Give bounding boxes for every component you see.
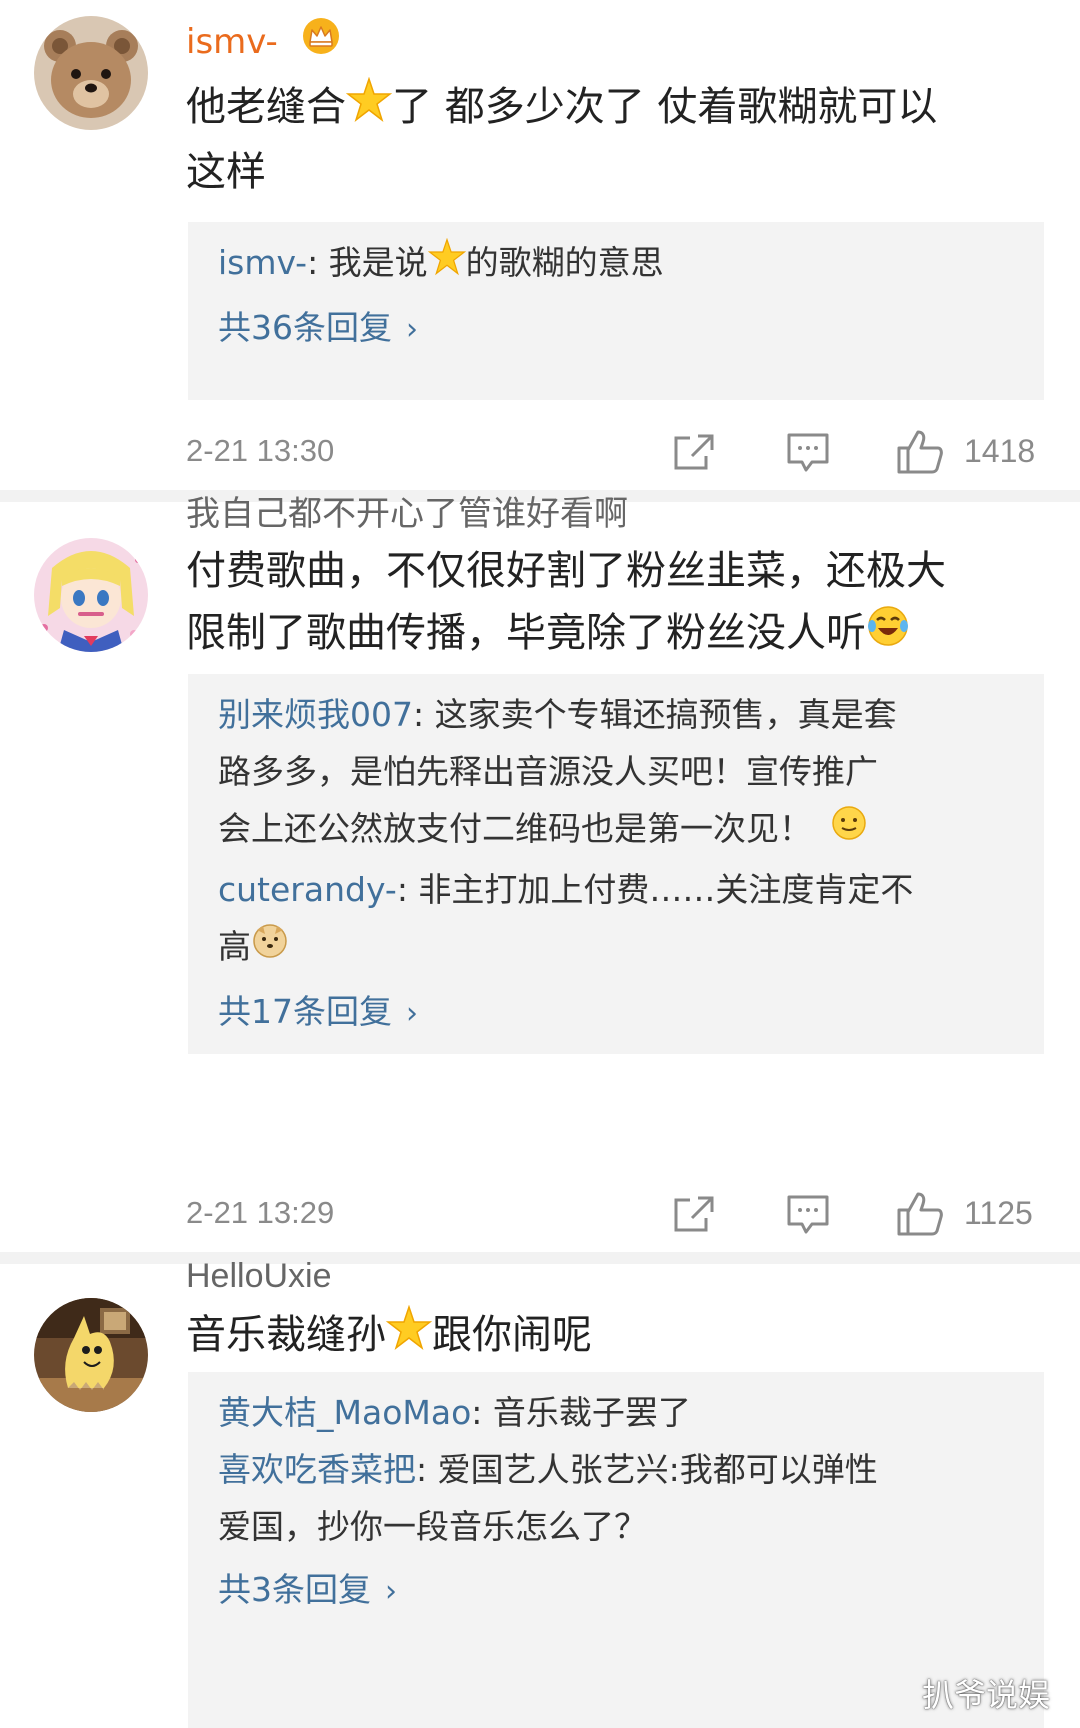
smile-emoji [830, 802, 868, 859]
comment-item: ismv- 他老缝合了 都多少次了 仗着歌糊就可以 这样 ismv-: 我是说的… [0, 0, 1080, 474]
avatar[interactable] [34, 16, 148, 130]
timestamp: 2-21 13:30 [186, 433, 335, 468]
share-icon[interactable] [672, 432, 716, 476]
comment-content: 他老缝合了 都多少次了 仗着歌糊就可以 这样 [186, 76, 1066, 203]
share-icon[interactable] [672, 1194, 716, 1238]
reply-item: cuterandy-: 非主打加上付费……关注度肯定不 高 [218, 861, 1014, 977]
username[interactable]: 我自己都不开心了管谁好看啊 [186, 494, 628, 534]
chevron-right-icon: › [406, 312, 418, 347]
reply-item: ismv-: 我是说 的歌糊的意思 [218, 234, 1014, 293]
reply-separator: : [396, 870, 419, 909]
comment-content: 音乐裁缝孙 跟你闹呢 [186, 1304, 1066, 1369]
reply-text: 这家卖个专辑还搞预售，真是套 [434, 695, 897, 734]
reply-item: 喜欢吃香菜把: 爱国艺人张艺兴:我都可以弹性 爱国，抄你一段音乐怎么了？ [218, 1441, 1014, 1555]
reply-separator: : [416, 1450, 438, 1489]
like-icon[interactable] [896, 428, 944, 480]
username-text[interactable]: ismv- [186, 22, 278, 62]
reply-separator: : [471, 1393, 493, 1432]
star-emoji [385, 1304, 433, 1369]
reply-separator: : [307, 243, 329, 282]
reply-text: 爱国，抄你一段音乐怎么了？ [218, 1507, 647, 1546]
reply-separator: : [413, 695, 435, 734]
avatar[interactable] [34, 1298, 148, 1412]
username[interactable]: ismv- [186, 18, 341, 65]
view-replies-link[interactable]: 共3条回复 › [218, 1561, 1014, 1620]
reply-box: 黄大桔_MaoMao: 音乐裁子罢了 喜欢吃香菜把: 爱国艺人张艺兴:我都可以弹… [188, 1372, 1044, 1728]
reply-text: 会上还公然放支付二维码也是第一次见！ [218, 809, 812, 848]
reply-text: 我是说 [328, 243, 428, 282]
comment-item: 我自己都不开心了管谁好看啊 付费歌曲，不仅很好割了粉丝韭菜，还极大 限制了歌曲传… [0, 494, 1080, 1262]
reply-username[interactable]: cuterandy- [218, 870, 397, 909]
mimikyu-avatar-image [34, 1298, 148, 1412]
like-count: 1418 [964, 433, 1036, 469]
username[interactable]: HelloUxie [186, 1256, 332, 1296]
reply-box: ismv-: 我是说 的歌糊的意思 共36条回复 › [188, 222, 1044, 400]
bear-avatar-image [34, 16, 148, 130]
reply-username[interactable]: 黄大桔_MaoMao [218, 1393, 471, 1432]
reply-text: 路多多，是怕先释出音源没人买吧！宣传推广 [218, 752, 878, 791]
watermark: 扒爷说娱 [922, 1676, 1051, 1714]
reply-username[interactable]: 喜欢吃香菜把 [218, 1450, 416, 1489]
like-icon[interactable] [896, 1190, 944, 1242]
comment-icon[interactable] [786, 432, 830, 478]
comment-text: 跟你闹呢 [432, 1312, 592, 1358]
divider [0, 1252, 1080, 1264]
comment-text: 他老缝合 [186, 84, 346, 130]
star-emoji [345, 76, 393, 141]
reply-item: 别来烦我007: 这家卖个专辑还搞预售，真是套 路多多，是怕先释出音源没人买吧！… [218, 686, 1014, 859]
comment-text: 限制了歌曲传播，毕竟除了粉丝没人听 [186, 610, 866, 656]
reply-text: 的歌糊的意思 [465, 243, 664, 282]
anime-avatar-image [34, 538, 148, 652]
crown-icon [301, 16, 341, 65]
reply-box: 别来烦我007: 这家卖个专辑还搞预售，真是套 路多多，是怕先释出音源没人买吧！… [188, 674, 1044, 1054]
reply-count-label[interactable]: 共17条回复 [218, 992, 392, 1031]
reply-text: 音乐裁子罢了 [492, 1393, 691, 1432]
comment-item: HelloUxie 音乐裁缝孙 跟你闹呢 黄大桔_MaoMao: 音乐裁子罢了 喜… [0, 1257, 1080, 1728]
reply-item: 黄大桔_MaoMao: 音乐裁子罢了 [218, 1384, 1014, 1441]
reply-text: 高 [218, 927, 251, 966]
reply-count-label[interactable]: 共3条回复 [218, 1570, 371, 1609]
view-replies-link[interactable]: 共17条回复 › [218, 983, 1014, 1042]
comment-content: 付费歌曲，不仅很好割了粉丝韭菜，还极大 限制了歌曲传播，毕竟除了粉丝没人听 [186, 540, 1066, 666]
comment-text: 了 都多少次了 仗着歌糊就可以 [392, 84, 938, 130]
reply-text: 非主打加上付费……关注度肯定不 [418, 870, 914, 909]
comment-text: 付费歌曲，不仅很好割了粉丝韭菜，还极大 [186, 548, 946, 594]
laugh-cry-emoji [866, 604, 910, 666]
reply-text: 爱国艺人张艺兴:我都可以弹性 [437, 1450, 878, 1489]
view-replies-link[interactable]: 共36条回复 › [218, 299, 1014, 358]
comment-text: 音乐裁缝孙 [186, 1312, 386, 1358]
reply-username[interactable]: 别来烦我007 [218, 695, 413, 734]
like-count: 1125 [964, 1195, 1033, 1231]
doge-emoji [251, 920, 289, 977]
chevron-right-icon: › [406, 996, 418, 1031]
timestamp: 2-21 13:29 [186, 1195, 335, 1230]
avatar[interactable] [34, 538, 148, 652]
reply-username[interactable]: ismv- [218, 243, 307, 282]
reply-count-label[interactable]: 共36条回复 [218, 308, 392, 347]
chevron-right-icon: › [385, 1574, 397, 1609]
comment-text: 这样 [186, 149, 266, 195]
comment-icon[interactable] [786, 1194, 830, 1240]
star-emoji [427, 236, 466, 293]
